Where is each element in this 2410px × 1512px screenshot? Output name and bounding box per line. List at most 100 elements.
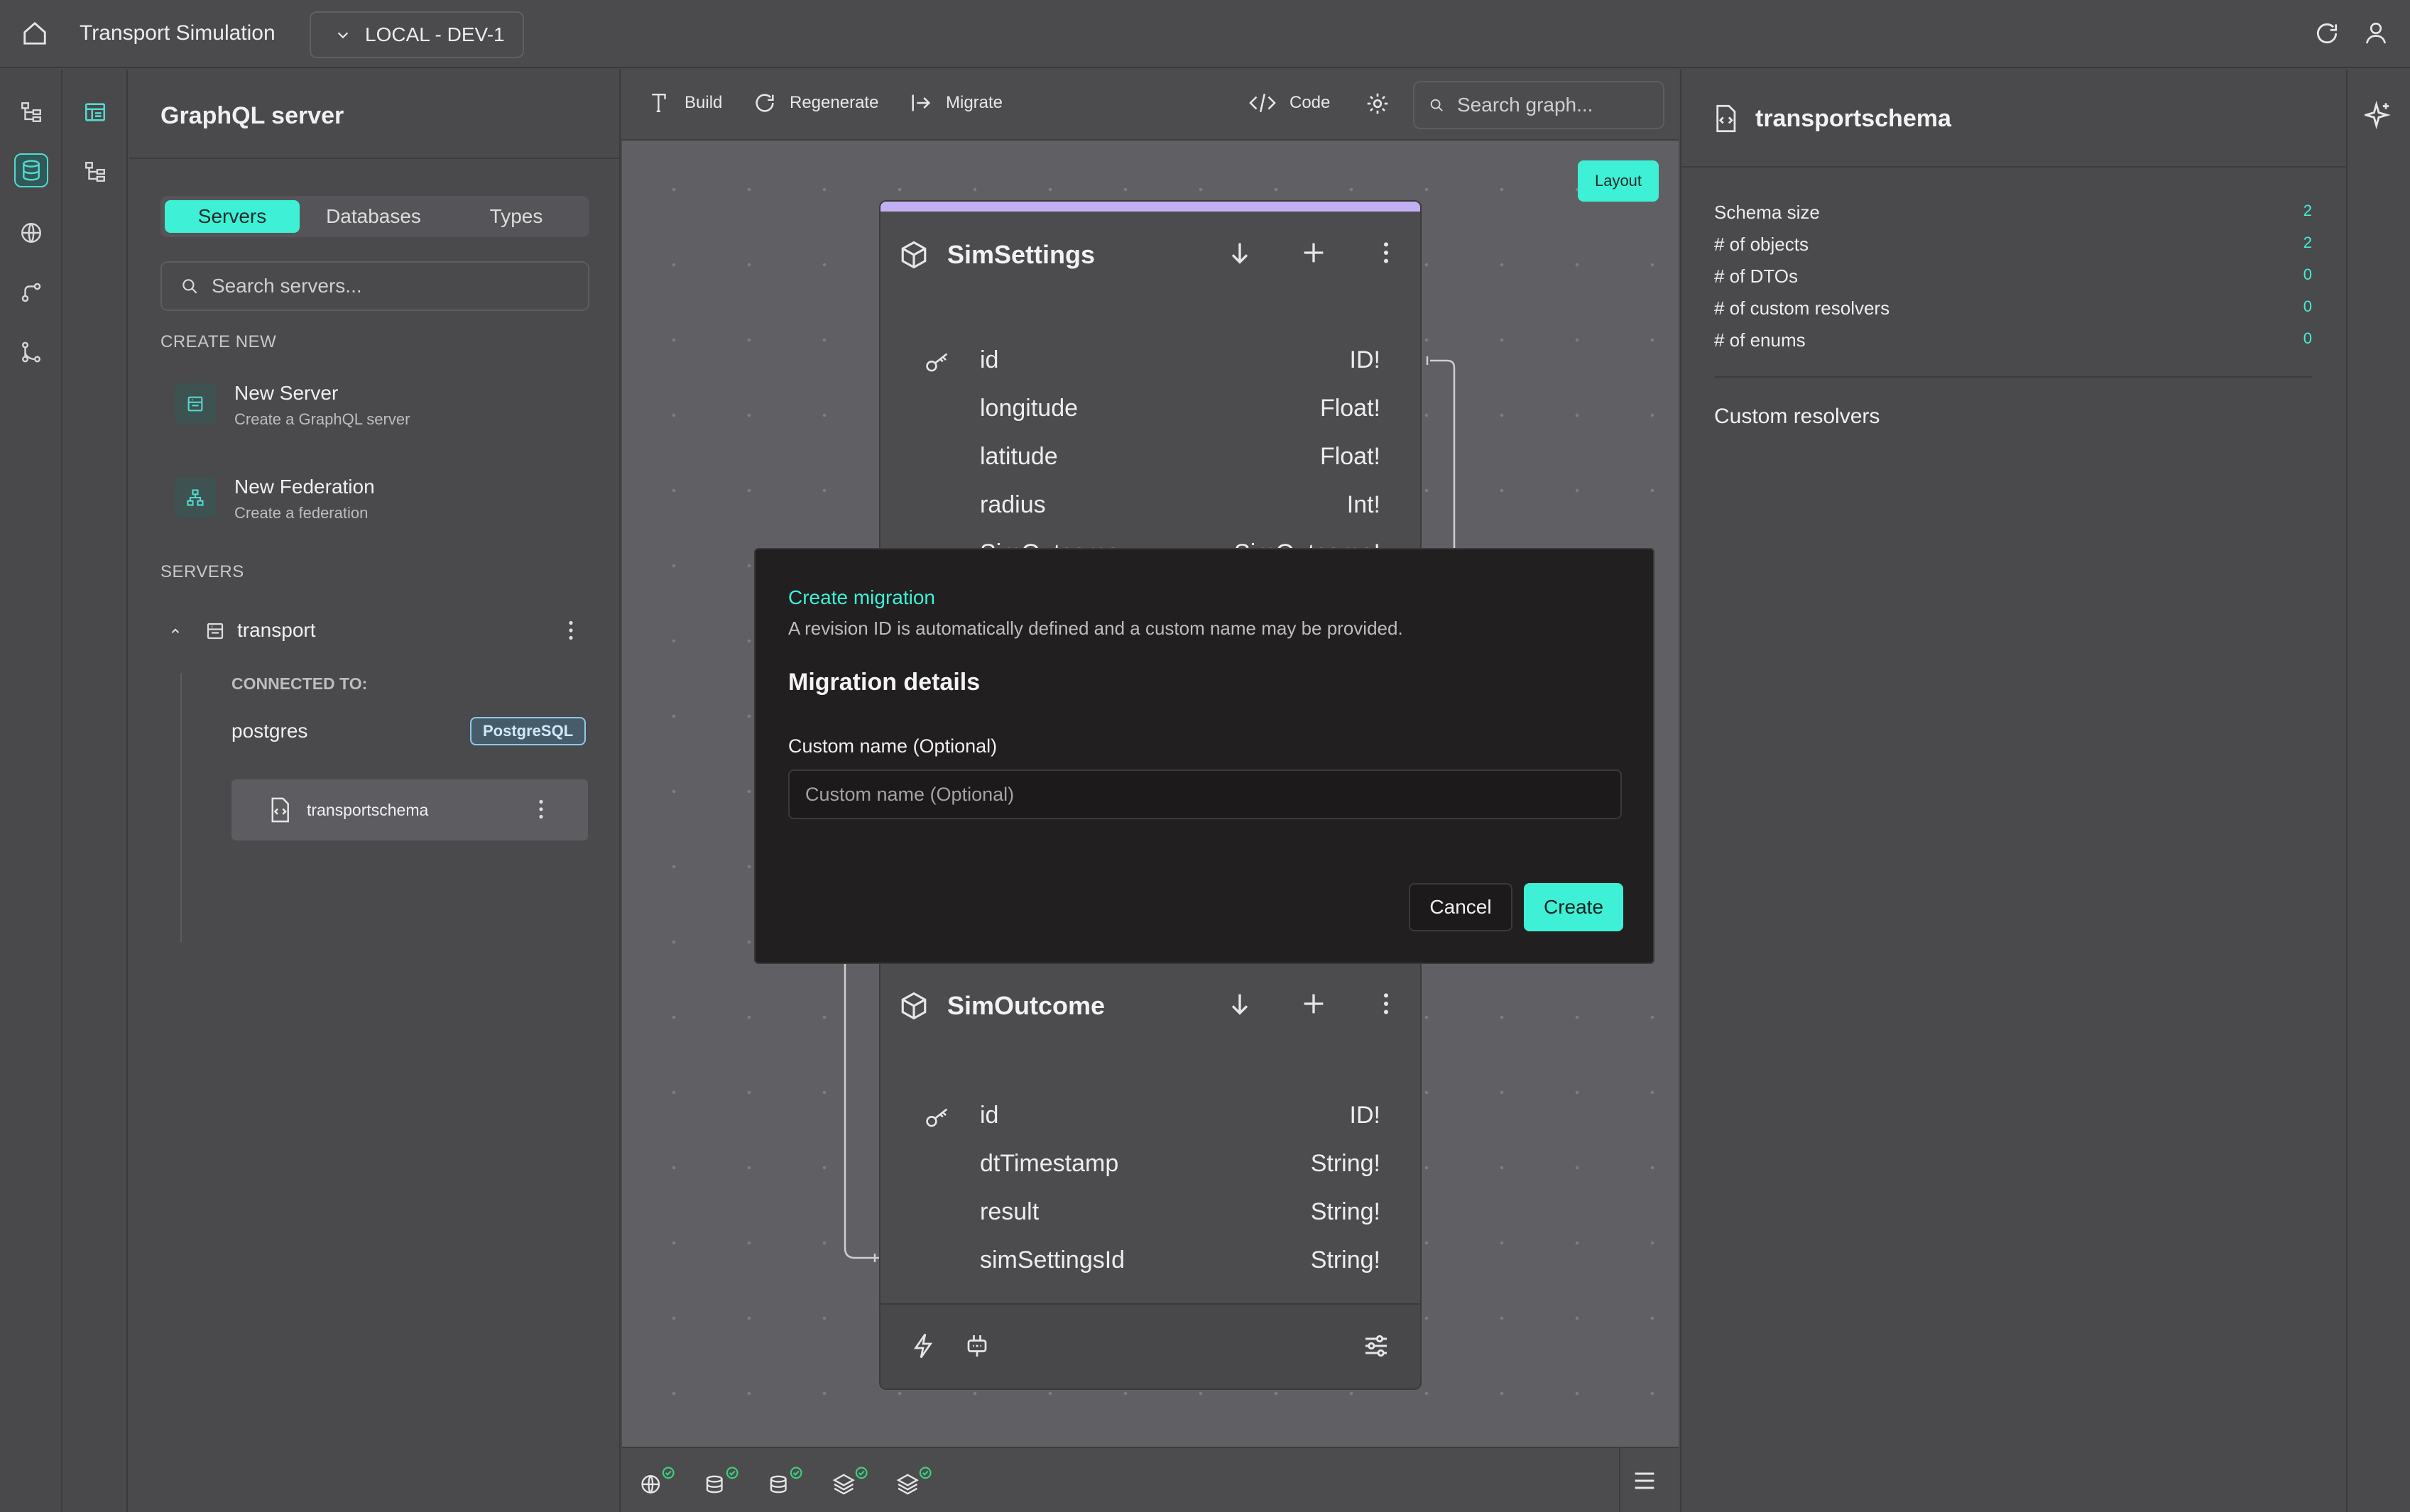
menu-icon[interactable] bbox=[1630, 1467, 1659, 1495]
panel-title: GraphQL server bbox=[160, 102, 344, 129]
graph-search[interactable] bbox=[1413, 81, 1664, 129]
search-icon bbox=[1430, 99, 1443, 111]
cube-icon bbox=[901, 992, 927, 1020]
secondary-nav-rail bbox=[64, 70, 128, 1512]
more-vertical-icon[interactable] bbox=[561, 618, 581, 643]
stat-label: # of enums bbox=[1714, 329, 1806, 351]
layout-button[interactable]: Layout bbox=[1578, 160, 1659, 202]
node-simsettings[interactable]: SimSettings id ID! longitude Float! lati… bbox=[879, 200, 1422, 569]
settings-icon[interactable] bbox=[1365, 91, 1390, 116]
arrow-down-icon[interactable] bbox=[1226, 990, 1254, 1018]
custom-resolvers-heading[interactable]: Custom resolvers bbox=[1714, 405, 1880, 429]
plug-icon[interactable] bbox=[964, 1332, 990, 1360]
globe-status-icon[interactable] bbox=[638, 1467, 680, 1498]
graph-search-input[interactable] bbox=[1457, 94, 1663, 116]
globe-nav-icon[interactable] bbox=[14, 216, 48, 250]
node-footer bbox=[880, 1303, 1420, 1388]
assistant-rail bbox=[2346, 70, 2410, 1512]
stat-value: 0 bbox=[2303, 265, 2312, 283]
field-type: Float! bbox=[1319, 443, 1380, 470]
sliders-icon[interactable] bbox=[1362, 1332, 1390, 1360]
layers-status-icon[interactable] bbox=[895, 1467, 937, 1498]
layers-status-icon[interactable] bbox=[831, 1467, 873, 1498]
home-icon[interactable] bbox=[21, 20, 48, 47]
key-icon bbox=[926, 1108, 948, 1127]
database-nav-icon[interactable] bbox=[14, 153, 48, 187]
add-icon[interactable] bbox=[1299, 990, 1328, 1018]
field-row[interactable]: id ID! bbox=[880, 336, 1420, 385]
primary-nav-rail bbox=[0, 70, 62, 1512]
field-row[interactable]: latitude Float! bbox=[880, 433, 1420, 481]
create-button[interactable]: Create bbox=[1524, 883, 1623, 931]
database-status-icon[interactable] bbox=[765, 1467, 808, 1498]
server-tabs: Servers Databases Types bbox=[160, 196, 589, 237]
regenerate-label: Regenerate bbox=[790, 93, 879, 112]
schema-name: transportschema bbox=[307, 801, 429, 819]
lightning-icon[interactable] bbox=[910, 1332, 936, 1360]
node-title: SimSettings bbox=[947, 240, 1096, 269]
more-vertical-icon[interactable] bbox=[1372, 990, 1400, 1018]
more-vertical-icon[interactable] bbox=[1372, 239, 1400, 267]
tree-nav-icon[interactable] bbox=[78, 155, 112, 189]
branch-nav-icon[interactable] bbox=[14, 335, 48, 369]
dashboard-nav-icon[interactable] bbox=[78, 95, 112, 129]
user-icon[interactable] bbox=[2363, 20, 2389, 45]
server-search-input[interactable] bbox=[212, 275, 581, 297]
create-new-heading: CREATE NEW bbox=[160, 332, 277, 351]
field-row[interactable]: result String! bbox=[880, 1188, 1420, 1237]
field-type: String! bbox=[1310, 1198, 1380, 1225]
chevron-down-icon bbox=[337, 32, 349, 39]
schema-item[interactable]: transportschema bbox=[231, 779, 588, 840]
schema-details-panel: transportschema Schema size 2 # of objec… bbox=[1680, 70, 2346, 1512]
top-bar: Transport Simulation LOCAL - DEV-1 bbox=[0, 0, 2410, 68]
chevron-up-icon[interactable] bbox=[169, 625, 182, 637]
field-row[interactable]: radius Int! bbox=[880, 481, 1420, 530]
server-row-transport[interactable]: transport bbox=[160, 612, 589, 654]
field-name: id bbox=[980, 1102, 999, 1129]
hierarchy-nav-icon[interactable] bbox=[14, 95, 48, 129]
field-type: ID! bbox=[1349, 1102, 1380, 1129]
new-federation-item[interactable]: New Federation Create a federation bbox=[175, 470, 587, 534]
code-button[interactable]: Code bbox=[1248, 91, 1330, 115]
server-search[interactable] bbox=[160, 261, 589, 311]
server-name: transport bbox=[237, 619, 316, 641]
new-server-item[interactable]: New Server Create a GraphQL server bbox=[175, 376, 587, 440]
flow-nav-icon[interactable] bbox=[14, 275, 48, 309]
field-row[interactable]: dtTimestamp String! bbox=[880, 1140, 1420, 1188]
environment-selector[interactable]: LOCAL - DEV-1 bbox=[310, 11, 524, 58]
custom-name-input[interactable] bbox=[788, 769, 1622, 819]
arrow-down-icon[interactable] bbox=[1226, 239, 1254, 267]
field-name: dtTimestamp bbox=[980, 1150, 1119, 1177]
field-row[interactable]: simSettingsId String! bbox=[880, 1237, 1420, 1285]
regenerate-button[interactable]: Regenerate bbox=[753, 91, 878, 115]
tab-databases[interactable]: Databases bbox=[302, 200, 445, 233]
build-button[interactable]: Build bbox=[649, 91, 722, 115]
add-icon[interactable] bbox=[1299, 239, 1328, 267]
field-name: simSettingsId bbox=[980, 1247, 1125, 1273]
node-simoutcome[interactable]: SimOutcome id ID! dtTimestamp String! re… bbox=[879, 955, 1422, 1390]
create-migration-dialog: Create migration A revision ID is automa… bbox=[754, 548, 1654, 964]
refresh-icon[interactable] bbox=[2313, 20, 2340, 47]
sparkle-icon[interactable] bbox=[2365, 101, 2393, 129]
field-row[interactable]: longitude Float! bbox=[880, 385, 1420, 433]
divider bbox=[1714, 376, 2312, 378]
schema-title: transportschema bbox=[1755, 105, 1951, 132]
stat-label: # of custom resolvers bbox=[1714, 297, 1890, 319]
tab-types[interactable]: Types bbox=[447, 200, 585, 233]
federation-icon bbox=[175, 477, 216, 518]
node-title: SimOutcome bbox=[947, 991, 1106, 1020]
new-server-title: New Server bbox=[234, 382, 339, 404]
tab-servers[interactable]: Servers bbox=[165, 200, 300, 233]
more-vertical-icon[interactable] bbox=[531, 796, 551, 822]
migrate-button[interactable]: Migrate bbox=[909, 91, 1003, 115]
field-row[interactable]: id ID! bbox=[880, 1092, 1420, 1140]
field-name: id bbox=[980, 346, 999, 373]
database-name[interactable]: postgres bbox=[231, 720, 307, 743]
stat-dtos: # of DTOs 0 bbox=[1714, 265, 2312, 294]
field-type: String! bbox=[1310, 1247, 1380, 1273]
database-status-icon[interactable] bbox=[702, 1467, 744, 1498]
regenerate-icon bbox=[756, 94, 774, 112]
field-name: radius bbox=[980, 491, 1046, 518]
cancel-button[interactable]: Cancel bbox=[1409, 883, 1512, 931]
divider bbox=[1619, 1448, 1620, 1512]
